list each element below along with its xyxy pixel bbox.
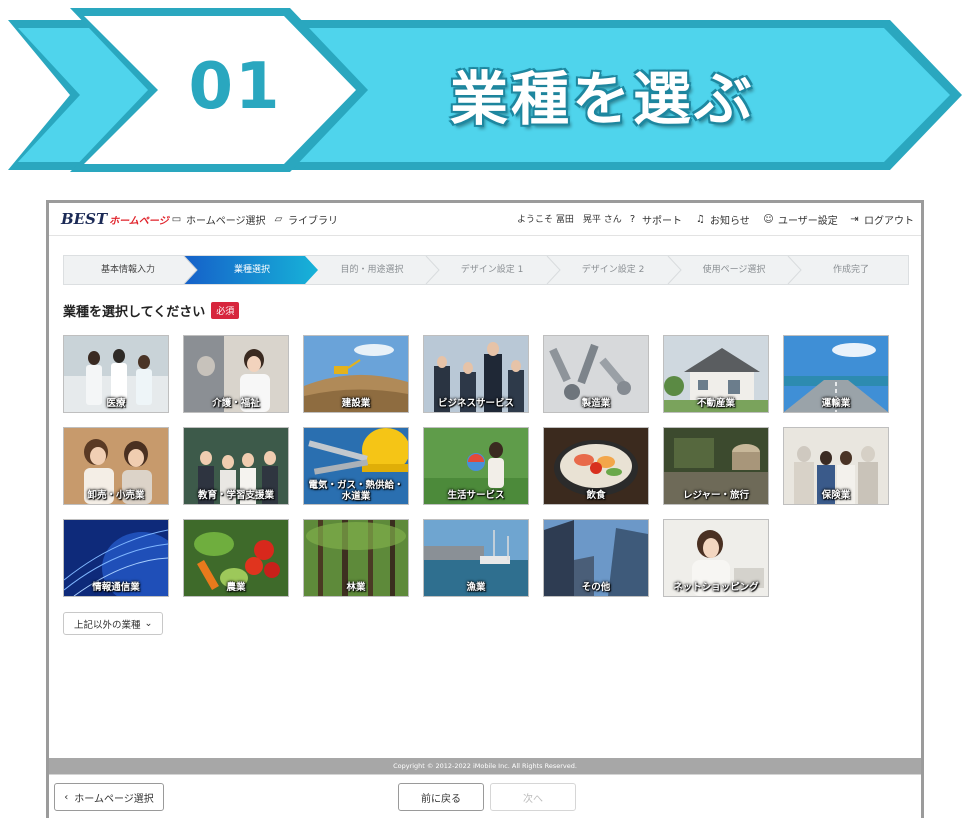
tile-label: 林業: [346, 582, 366, 593]
top-navigation: BEST ホームページ ▭ ホームページ選択 ▱ ライブラリ ようこそ 冨田 晃平 さ…: [49, 203, 921, 236]
tile-label: 教育・学習支援業: [197, 490, 274, 501]
tile-label: 建設業: [341, 398, 371, 409]
tile-label: 保険業: [821, 490, 851, 501]
industry-tile-transport[interactable]: 運輸業: [783, 335, 889, 413]
industry-tile-realestate[interactable]: 不動産業: [663, 335, 769, 413]
window-icon: ▭: [171, 214, 182, 225]
tile-label: レジャー・旅行: [682, 490, 750, 501]
industry-tile-education[interactable]: 教育・学習支援業: [183, 427, 289, 505]
industry-tile-insurance[interactable]: 保険業: [783, 427, 889, 505]
industry-tile-other[interactable]: その他: [543, 519, 649, 597]
chevron-left-icon: ‹: [64, 791, 69, 803]
industry-tile-business[interactable]: ビジネスサービス: [423, 335, 529, 413]
app-window: BEST ホームページ ▭ ホームページ選択 ▱ ライブラリ ようこそ 冨田 晃平 さ…: [46, 200, 924, 818]
footer-actions: ‹ ホームページ選択 前に戻る 次へ: [49, 774, 921, 818]
nav-support[interactable]: ? サポート: [627, 212, 682, 227]
step-design-2: デザイン設定 2: [581, 265, 645, 275]
bell-icon: ♫: [696, 214, 705, 225]
tile-label: 医療: [106, 398, 126, 409]
step-industry: 業種選択: [233, 265, 270, 275]
tile-label: 農業: [226, 582, 246, 593]
logout-icon: ⇥: [850, 214, 859, 225]
industry-tile-medical[interactable]: 医療: [63, 335, 169, 413]
step-banner: 01 業種を選ぶ: [0, 0, 970, 180]
progress-stepper: 基本情報入力 業種選択 目的・用途選択 デザイン設定 1 デザイン設定 2 使用…: [63, 255, 909, 285]
industry-tile-retail[interactable]: 卸売・小売業: [63, 427, 169, 505]
tile-label: その他: [581, 582, 611, 593]
other-industries-button[interactable]: 上記以外の業種 ⌄: [63, 612, 164, 635]
next-button[interactable]: 次へ: [490, 783, 576, 811]
nav-logout[interactable]: ⇥ ログアウト: [849, 212, 914, 227]
prev-button[interactable]: 前に戻る: [398, 783, 484, 811]
tile-label: 電気・ガス・熱供給・水道業: [308, 480, 404, 502]
industry-tile-it[interactable]: 情報通信業: [63, 519, 169, 597]
industry-tile-forestry[interactable]: 林業: [303, 519, 409, 597]
step-basic-info: 基本情報入力: [100, 265, 155, 275]
nav-user-settings[interactable]: ☺ ユーザー設定: [763, 212, 838, 227]
step-design-1: デザイン設定 1: [460, 265, 524, 275]
step-complete: 作成完了: [832, 265, 869, 275]
industry-tile-care[interactable]: 介護・福祉: [183, 335, 289, 413]
tile-label: 製造業: [581, 398, 611, 409]
banner-title: 業種を選ぶ: [450, 65, 756, 133]
tile-label: 介護・福祉: [212, 398, 260, 409]
copyright: Copyright © 2012-2022 iMobile Inc. All R…: [49, 758, 921, 774]
industry-tile-manufacturing[interactable]: 製造業: [543, 335, 649, 413]
step-pages: 使用ページ選択: [702, 265, 766, 275]
industry-tile-leisure[interactable]: レジャー・旅行: [663, 427, 769, 505]
tile-label: 不動産業: [696, 398, 735, 409]
welcome-text: ようこそ 冨田 晃平 さん: [517, 215, 622, 225]
tile-label: ネットショッピング: [673, 582, 759, 593]
step-purpose: 目的・用途選択: [340, 265, 404, 275]
page-heading: 業種を選択してください 必須: [63, 301, 240, 320]
tile-label: 卸売・小売業: [87, 490, 145, 501]
industry-tile-construction[interactable]: 建設業: [303, 335, 409, 413]
logo[interactable]: BEST ホームページ: [61, 210, 169, 228]
tile-label: ビジネスサービス: [437, 398, 514, 409]
tile-label: 情報通信業: [92, 582, 140, 593]
industry-tile-lifeservice[interactable]: 生活サービス: [423, 427, 529, 505]
industry-tile-agriculture[interactable]: 農業: [183, 519, 289, 597]
user-icon: ☺: [763, 214, 774, 225]
industry-tile-eshop[interactable]: ネットショッピング: [663, 519, 769, 597]
nav-library[interactable]: ▱ ライブラリ: [273, 212, 338, 227]
tile-label: 漁業: [466, 582, 486, 593]
tile-label: 飲食: [586, 490, 606, 501]
page-title: 業種を選択してください: [63, 305, 206, 320]
nav-homepage-select[interactable]: ▭ ホームページ選択: [171, 212, 266, 227]
back-to-homepage-select-button[interactable]: ‹ ホームページ選択: [54, 783, 164, 811]
tile-label: 運輸業: [821, 398, 851, 409]
industry-tile-fishery[interactable]: 漁業: [423, 519, 529, 597]
help-icon: ?: [629, 214, 636, 225]
chevron-down-icon: ⌄: [144, 618, 153, 629]
step-number: 01: [188, 50, 282, 124]
folder-icon: ▱: [274, 214, 283, 225]
industry-tile-utilities[interactable]: 電気・ガス・熱供給・水道業: [303, 427, 409, 505]
nav-news[interactable]: ♫ お知らせ: [695, 212, 750, 227]
tile-label: 生活サービス: [447, 490, 505, 501]
required-badge: 必須: [211, 302, 240, 319]
industry-tile-food[interactable]: 飲食: [543, 427, 649, 505]
